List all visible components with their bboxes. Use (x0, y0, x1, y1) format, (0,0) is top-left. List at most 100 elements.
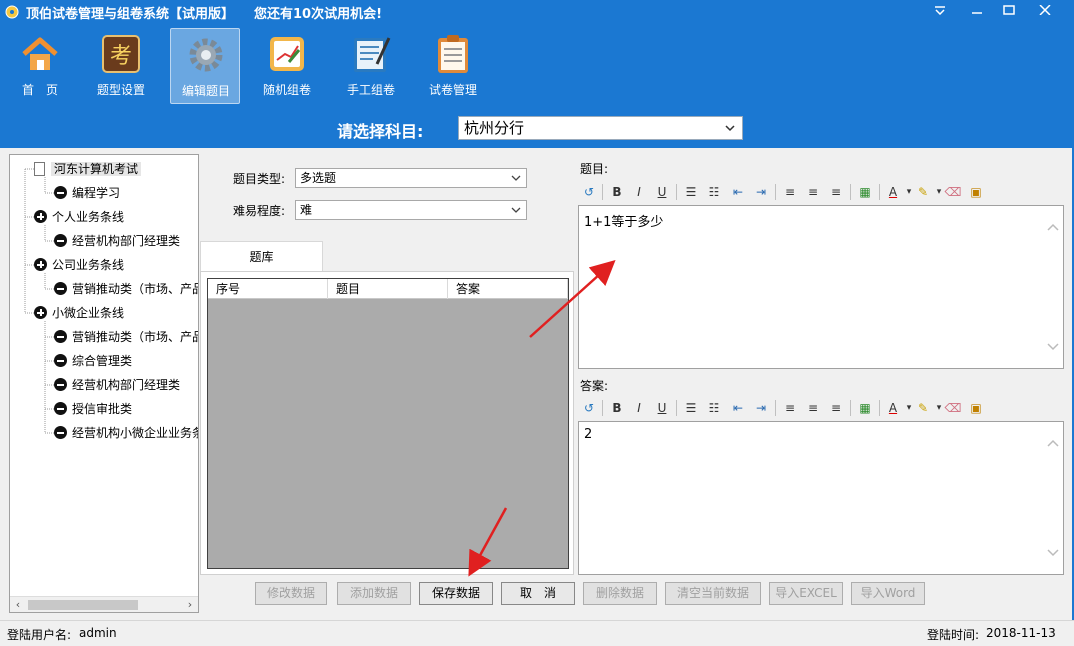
bullet-list-icon[interactable]: ☰ (682, 183, 700, 201)
maximize-button[interactable] (992, 0, 1026, 20)
subject-select[interactable]: 杭州分行 (458, 116, 743, 140)
tree-node[interactable]: 个人业务条线 (34, 207, 124, 227)
scroll-up-icon[interactable] (1047, 222, 1059, 232)
minimize-button[interactable] (960, 0, 994, 20)
align-center-icon[interactable]: ≡ (804, 183, 822, 201)
outdent-icon[interactable]: ⇤ (729, 399, 747, 417)
numbered-list-icon[interactable]: ☷ (705, 183, 723, 201)
bullet-list-icon[interactable]: ☰ (682, 399, 700, 417)
tree-node[interactable]: 授信审批类 (54, 399, 132, 419)
align-left-icon[interactable]: ≡ (781, 183, 799, 201)
answer-editor-toolbar: ↺ B I U ☰ ☷ ⇤ ⇥ ≡ ≡ ≡ ▦ A ▾ ✎ ▾ ⌫ ▣ (578, 397, 1064, 419)
column-header-index[interactable]: 序号 (208, 279, 328, 299)
tree-node[interactable]: 营销推动类（市场、产品 (54, 279, 198, 299)
main-area: 河东计算机考试 编程学习 个人业务条线 经营机构部门经理类 公司业务条线 营销推… (0, 148, 1074, 620)
insert-image-icon[interactable]: ▣ (967, 399, 985, 417)
save-data-button[interactable]: 保存数据 (419, 582, 493, 605)
insert-image-icon[interactable]: ▣ (967, 183, 985, 201)
toolbar-exam-type[interactable]: 考 题型设置 (86, 28, 156, 104)
undo-icon[interactable]: ↺ (580, 183, 598, 201)
bold-icon[interactable]: B (608, 183, 626, 201)
toolbar-label: 手工组卷 (346, 83, 395, 97)
scroll-down-icon[interactable] (1047, 342, 1059, 352)
scroll-right-icon[interactable]: › (182, 597, 198, 612)
dropdown-icon (935, 6, 945, 16)
expand-icon (34, 306, 47, 319)
indent-icon[interactable]: ⇥ (752, 399, 770, 417)
eraser-icon[interactable]: ⌫ (944, 183, 962, 201)
toolbar-label: 编辑题目 (181, 84, 230, 98)
toolbar-random-paper[interactable]: 随机组卷 (252, 28, 322, 104)
modify-data-button[interactable]: 修改数据 (255, 582, 327, 605)
exam-type-icon: 考 (102, 35, 140, 73)
import-excel-button[interactable]: 导入EXCEL (769, 582, 843, 605)
tree-node[interactable]: 经营机构小微企业业务条 (54, 423, 198, 443)
question-bank-panel: 序号 题目 答案 (200, 271, 574, 575)
answer-text[interactable]: 2 (584, 427, 592, 442)
minimize-icon (972, 12, 982, 14)
tree-node[interactable]: 综合管理类 (54, 351, 132, 371)
underline-icon[interactable]: U (653, 399, 671, 417)
gear-icon (189, 38, 223, 72)
question-editor[interactable]: 1+1等于多少 (578, 205, 1064, 369)
scroll-left-icon[interactable]: ‹ (10, 597, 26, 612)
tree-node[interactable]: 小微企业条线 (34, 303, 124, 323)
column-header-answer[interactable]: 答案 (448, 279, 568, 299)
tree-node[interactable]: 经营机构部门经理类 (54, 375, 180, 395)
collapse-icon (54, 186, 67, 199)
subject-label: 请选择科目: (337, 122, 424, 141)
chevron-down-icon (511, 207, 521, 213)
clear-data-button[interactable]: 清空当前数据 (665, 582, 761, 605)
question-bank-grid[interactable]: 序号 题目 答案 (207, 278, 569, 569)
tree-node[interactable]: 编程学习 (54, 183, 120, 203)
chevron-down-icon (725, 125, 735, 132)
indent-icon[interactable]: ⇥ (752, 183, 770, 201)
scroll-up-icon[interactable] (1047, 438, 1059, 448)
trial-notice: 您还有10次试用机会! (254, 7, 383, 22)
add-data-button[interactable]: 添加数据 (337, 582, 411, 605)
toolbar-manual-paper[interactable]: 手工组卷 (336, 28, 406, 104)
difficulty-select[interactable]: 难 (295, 200, 527, 220)
bold-icon[interactable]: B (608, 399, 626, 417)
tree-node[interactable]: 营销推动类（市场、产品 (54, 327, 198, 347)
category-tree[interactable]: 河东计算机考试 编程学习 个人业务条线 经营机构部门经理类 公司业务条线 营销推… (9, 154, 199, 613)
window-menu-button[interactable] (923, 0, 957, 20)
expand-icon (34, 210, 47, 223)
underline-icon[interactable]: U (653, 183, 671, 201)
scrollbar-thumb[interactable] (28, 600, 138, 610)
tree-node[interactable]: 公司业务条线 (34, 255, 124, 275)
title-bar: 顶伯试卷管理与组卷系统【试用版】 您还有10次试用机会! (0, 0, 1074, 24)
question-type-select[interactable]: 多选题 (295, 168, 527, 188)
svg-text:考: 考 (110, 44, 132, 69)
outdent-icon[interactable]: ⇤ (729, 183, 747, 201)
numbered-list-icon[interactable]: ☷ (705, 399, 723, 417)
italic-icon[interactable]: I (630, 399, 648, 417)
question-editor-label: 题目: (580, 162, 609, 176)
tree-horizontal-scrollbar[interactable]: ‹ › (10, 596, 198, 612)
toolbar-home[interactable]: 首 页 (5, 28, 75, 104)
column-header-question[interactable]: 题目 (328, 279, 448, 299)
question-text[interactable]: 1+1等于多少 (584, 211, 663, 230)
import-word-button[interactable]: 导入Word (851, 582, 925, 605)
insert-table-icon[interactable]: ▦ (856, 399, 874, 417)
tree-root[interactable]: 河东计算机考试 (34, 159, 142, 179)
align-center-icon[interactable]: ≡ (804, 399, 822, 417)
toolbar-edit-questions[interactable]: 编辑题目 (170, 28, 240, 104)
delete-data-button[interactable]: 删除数据 (583, 582, 657, 605)
eraser-icon[interactable]: ⌫ (944, 399, 962, 417)
align-right-icon[interactable]: ≡ (827, 183, 845, 201)
toolbar-paper-management[interactable]: 试卷管理 (418, 28, 488, 104)
tree-node[interactable]: 经营机构部门经理类 (54, 231, 180, 251)
insert-table-icon[interactable]: ▦ (856, 183, 874, 201)
scroll-down-icon[interactable] (1047, 548, 1059, 558)
italic-icon[interactable]: I (630, 183, 648, 201)
maximize-icon (1003, 5, 1015, 15)
undo-icon[interactable]: ↺ (580, 399, 598, 417)
question-editor-toolbar: ↺ B I U ☰ ☷ ⇤ ⇥ ≡ ≡ ≡ ▦ A ▾ ✎ ▾ ⌫ ▣ (578, 181, 1064, 203)
align-right-icon[interactable]: ≡ (827, 399, 845, 417)
align-left-icon[interactable]: ≡ (781, 399, 799, 417)
answer-editor[interactable]: 2 (578, 421, 1064, 575)
tab-question-bank[interactable]: 题库 (200, 241, 323, 271)
cancel-button[interactable]: 取 消 (501, 582, 575, 605)
close-button[interactable] (1028, 0, 1062, 20)
